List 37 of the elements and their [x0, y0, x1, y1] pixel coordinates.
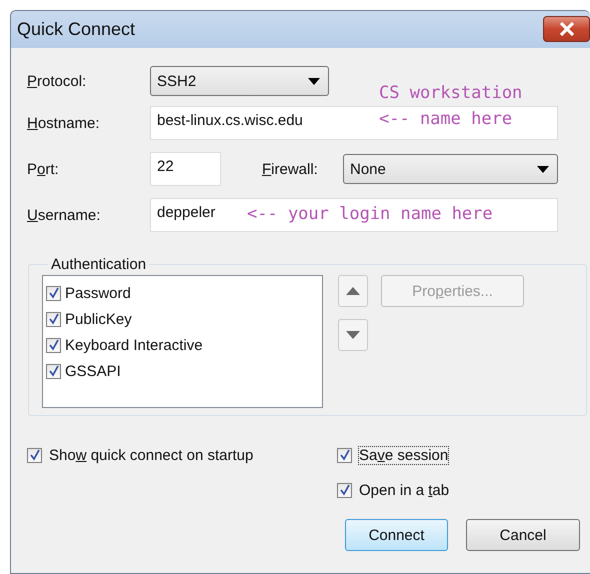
- checkbox[interactable]: [27, 448, 42, 462]
- close-icon: [558, 22, 574, 36]
- method-label: GSSAPI: [65, 362, 121, 380]
- checkbox[interactable]: [46, 312, 61, 326]
- up-triangle-icon: [346, 287, 360, 295]
- window-title: Quick Connect: [17, 19, 136, 40]
- move-up-button[interactable]: [338, 275, 368, 307]
- method-label: PublicKey: [65, 310, 132, 328]
- annotation-text: <-- name here: [379, 109, 512, 129]
- checkbox-label: Save session: [358, 446, 450, 464]
- field-label: Hostname:: [27, 114, 101, 132]
- down-triangle-icon: [346, 331, 360, 339]
- checkbox-label: Open in a tab: [358, 480, 450, 500]
- checkbox-label: Show quick connect on startup: [48, 446, 254, 464]
- field-label: Protocol:: [27, 72, 88, 90]
- port-field[interactable]: 22: [150, 152, 221, 186]
- caret-icon: [308, 78, 320, 84]
- protocol-dropdown[interactable]: SSH2: [150, 66, 329, 96]
- move-down-button[interactable]: [338, 319, 368, 351]
- annotation-text: CS workstation: [379, 83, 522, 103]
- method-label: Password: [65, 284, 131, 302]
- checkbox[interactable]: [46, 338, 61, 352]
- close-button[interactable]: [543, 16, 590, 42]
- dialog-button[interactable]: Cancel: [466, 519, 580, 551]
- field-label: Firewall:: [262, 160, 319, 178]
- field-label: Username:: [27, 206, 102, 224]
- method-label: Keyboard Interactive: [65, 336, 203, 354]
- field-label: Port:: [27, 160, 60, 178]
- group-title: Authentication: [50, 256, 148, 273]
- annotation-text: <-- your login name here: [247, 204, 493, 224]
- dialog-button[interactable]: Connect: [345, 519, 448, 551]
- checkbox[interactable]: [46, 364, 61, 378]
- checkbox[interactable]: [337, 448, 352, 462]
- checkbox[interactable]: [46, 286, 61, 300]
- caret-icon: [537, 166, 549, 172]
- firewall-dropdown[interactable]: None: [343, 154, 558, 184]
- checkbox[interactable]: [337, 482, 352, 498]
